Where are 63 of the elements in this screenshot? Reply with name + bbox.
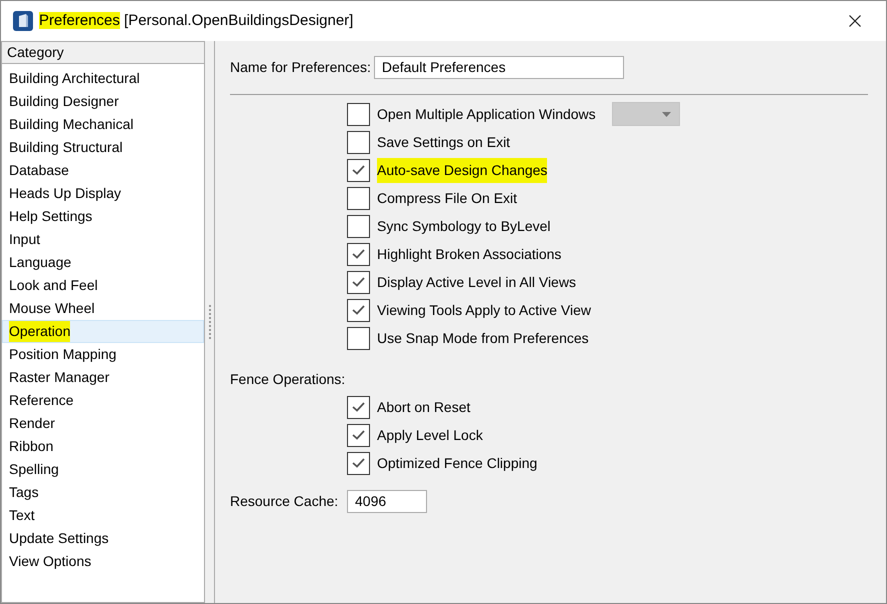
category-item[interactable]: Database: [2, 159, 204, 182]
option-label: Viewing Tools Apply to Active View: [377, 300, 592, 320]
category-item[interactable]: Raster Manager: [2, 366, 204, 389]
checkmark-icon: [352, 430, 365, 440]
option-label: Compress File On Exit: [377, 188, 518, 208]
field-label: Resource Cache:: [230, 492, 340, 511]
category-item[interactable]: Reference: [2, 389, 204, 412]
checkmark-icon: [352, 277, 365, 287]
window-title: Preferences [Personal.OpenBuildingsDesigner]: [39, 10, 354, 31]
category-item[interactable]: Look and Feel: [2, 274, 204, 297]
category-item[interactable]: Language: [2, 251, 204, 274]
building-app-icon: [13, 11, 33, 31]
category-item[interactable]: View Options: [2, 550, 204, 573]
caret-icon: [662, 112, 671, 116]
checkbox[interactable]: [347, 452, 370, 474]
category-item[interactable]: Spelling: [2, 458, 204, 481]
category-item[interactable]: Render: [2, 412, 204, 435]
category-item[interactable]: Text: [2, 504, 204, 527]
category-item[interactable]: Input: [2, 228, 204, 251]
category-item[interactable]: Update Settings: [2, 527, 204, 550]
category-item[interactable]: Building Mechanical: [2, 113, 204, 136]
name-input[interactable]: Default Preferences: [374, 56, 624, 79]
checkbox[interactable]: [347, 270, 370, 294]
category-item[interactable]: Tags: [2, 481, 204, 504]
category-item[interactable]: Building Structural: [2, 136, 204, 159]
option-label: Display Active Level in All Views: [377, 272, 576, 292]
checkbox[interactable]: [347, 102, 370, 126]
category-item[interactable]: Heads Up Display: [2, 182, 204, 205]
checkbox[interactable]: [347, 186, 370, 210]
category-item[interactable]: Building Architectural: [2, 67, 204, 90]
section-label: Fence Operations:: [230, 370, 346, 389]
checkbox[interactable]: [347, 396, 370, 418]
field-label: Name for Preferences:: [230, 58, 371, 77]
checkbox[interactable]: [347, 214, 370, 238]
option-label: Use Snap Mode from Preferences: [377, 328, 589, 348]
checkbox[interactable]: [347, 424, 370, 446]
checkbox[interactable]: [347, 298, 370, 322]
option-label: Optimized Fence Clipping: [377, 454, 538, 473]
option-label: Highlight Broken Associations: [377, 244, 562, 264]
category-header: Category: [2, 42, 204, 64]
checkbox[interactable]: [347, 326, 370, 350]
option-label: Save Settings on Exit: [377, 132, 510, 152]
close-icon: [849, 15, 861, 27]
checkbox[interactable]: [347, 130, 370, 154]
option-label: Apply Level Lock: [377, 426, 483, 445]
resource-cache-input[interactable]: 4096: [347, 490, 427, 513]
category-item[interactable]: Help Settings: [2, 205, 204, 228]
category-item[interactable]: Position Mapping: [2, 343, 204, 366]
checkbox[interactable]: [347, 158, 370, 182]
checkmark-icon: [352, 402, 365, 412]
option-label: Open Multiple Application Windows: [377, 104, 596, 124]
category-item[interactable]: Building Designer: [2, 90, 204, 113]
checkmark-icon: [352, 165, 365, 175]
checkmark-icon: [352, 305, 365, 315]
option-label: Auto-save Design Changes: [377, 158, 548, 182]
category-item[interactable]: Mouse Wheel: [2, 297, 204, 320]
option-label: Abort on Reset: [377, 398, 470, 416]
category-item[interactable]: Ribbon: [2, 435, 204, 458]
checkmark-icon: [352, 458, 365, 468]
checkbox[interactable]: [347, 242, 370, 266]
category-item[interactable]: Operation: [2, 320, 204, 343]
option-label: Sync Symbology to ByLevel: [377, 216, 551, 236]
checkmark-icon: [352, 249, 365, 259]
